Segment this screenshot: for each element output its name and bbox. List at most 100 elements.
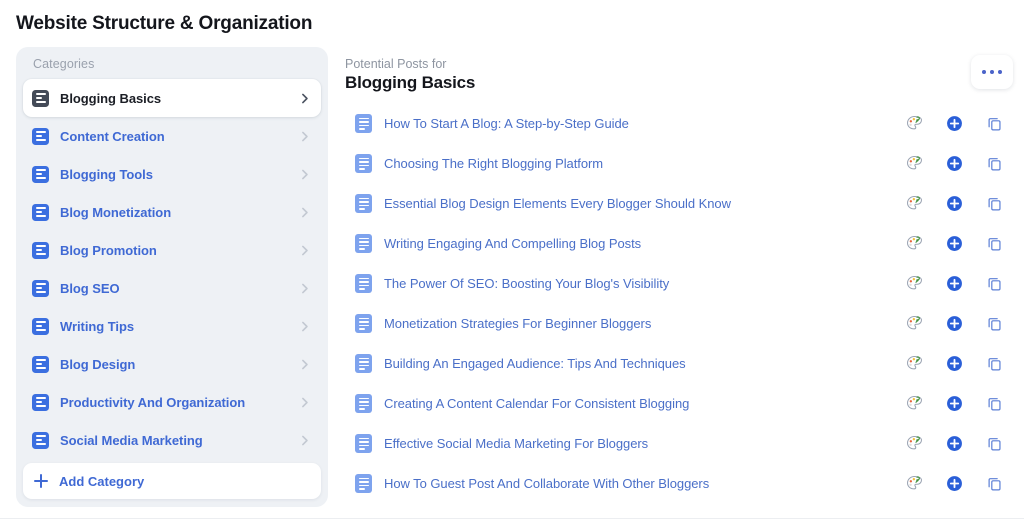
post-row[interactable]: Effective Social Media Marketing For Blo… — [345, 423, 1016, 463]
generate-image-button[interactable] — [894, 108, 934, 138]
duplicate-post-icon — [988, 157, 1001, 170]
post-title[interactable]: Building An Engaged Audience: Tips And T… — [384, 356, 686, 371]
generate-image-icon — [906, 315, 922, 329]
add-post-button[interactable] — [934, 428, 974, 458]
post-row-actions — [894, 468, 1014, 498]
categories-heading: Categories — [33, 57, 95, 71]
dot-icon — [989, 69, 995, 75]
post-row-actions — [894, 268, 1014, 298]
post-row[interactable]: How To Start A Blog: A Step-by-Step Guid… — [345, 103, 1016, 143]
chevron-right-icon — [302, 207, 308, 217]
post-row[interactable]: Essential Blog Design Elements Every Blo… — [345, 183, 1016, 223]
duplicate-post-button[interactable] — [974, 148, 1014, 178]
duplicate-post-button[interactable] — [974, 308, 1014, 338]
document-icon — [355, 273, 372, 293]
generate-image-button[interactable] — [894, 188, 934, 218]
duplicate-post-button[interactable] — [974, 348, 1014, 378]
plus-icon — [34, 474, 48, 488]
duplicate-post-button[interactable] — [974, 108, 1014, 138]
add-post-icon — [946, 155, 962, 171]
sidebar-item-blog-seo[interactable]: Blog SEO — [23, 269, 321, 307]
duplicate-post-button[interactable] — [974, 428, 1014, 458]
add-post-button[interactable] — [934, 108, 974, 138]
generate-image-button[interactable] — [894, 428, 934, 458]
sidebar-item-blog-promotion[interactable]: Blog Promotion — [23, 231, 321, 269]
categories-panel: Categories Blogging Basics Content Creati… — [16, 47, 328, 507]
add-post-icon — [946, 115, 962, 131]
footer-divider — [0, 518, 1024, 519]
sidebar-item-content-creation[interactable]: Content Creation — [23, 117, 321, 155]
duplicate-post-button[interactable] — [974, 268, 1014, 298]
sidebar-item-productivity-and-organization[interactable]: Productivity And Organization — [23, 383, 321, 421]
add-post-button[interactable] — [934, 148, 974, 178]
generate-image-icon — [906, 115, 922, 129]
generate-image-icon — [906, 275, 922, 289]
category-icon — [32, 89, 49, 107]
duplicate-post-icon — [988, 437, 1001, 450]
add-post-icon — [946, 235, 962, 251]
post-row[interactable]: Choosing The Right Blogging Platform — [345, 143, 1016, 183]
category-icon — [32, 279, 49, 297]
post-row[interactable]: Creating A Content Calendar For Consiste… — [345, 383, 1016, 423]
post-row[interactable]: Monetization Strategies For Beginner Blo… — [345, 303, 1016, 343]
chevron-right-icon — [302, 283, 308, 293]
generate-image-button[interactable] — [894, 468, 934, 498]
generate-image-icon — [906, 355, 922, 369]
generate-image-button[interactable] — [894, 228, 934, 258]
post-title[interactable]: Writing Engaging And Compelling Blog Pos… — [384, 236, 641, 251]
add-post-button[interactable] — [934, 348, 974, 378]
post-title[interactable]: Creating A Content Calendar For Consiste… — [384, 396, 689, 411]
app-root: Website Structure & Organization Categor… — [0, 0, 1024, 527]
add-post-button[interactable] — [934, 268, 974, 298]
sidebar-item-social-media-marketing[interactable]: Social Media Marketing — [23, 421, 321, 459]
post-row[interactable]: Writing Engaging And Compelling Blog Pos… — [345, 223, 1016, 263]
sidebar-item-blogging-basics[interactable]: Blogging Basics — [23, 79, 321, 117]
post-title[interactable]: Monetization Strategies For Beginner Blo… — [384, 316, 651, 331]
generate-image-button[interactable] — [894, 268, 934, 298]
sidebar-item-label: Content Creation — [60, 128, 165, 144]
category-icon — [32, 203, 49, 221]
post-row[interactable]: How To Guest Post And Collaborate With O… — [345, 463, 1016, 503]
add-category-button[interactable]: Add Category — [23, 463, 321, 499]
category-icon — [32, 355, 49, 373]
duplicate-post-button[interactable] — [974, 188, 1014, 218]
sidebar-item-writing-tips[interactable]: Writing Tips — [23, 307, 321, 345]
document-icon — [355, 233, 372, 253]
generate-image-button[interactable] — [894, 348, 934, 378]
add-post-button[interactable] — [934, 228, 974, 258]
generate-image-button[interactable] — [894, 388, 934, 418]
post-title[interactable]: Choosing The Right Blogging Platform — [384, 156, 603, 171]
duplicate-post-button[interactable] — [974, 468, 1014, 498]
post-title[interactable]: Essential Blog Design Elements Every Blo… — [384, 196, 731, 211]
add-post-button[interactable] — [934, 308, 974, 338]
sidebar-item-label: Blogging Tools — [60, 166, 153, 182]
more-options-button[interactable] — [971, 55, 1013, 89]
post-row-actions — [894, 388, 1014, 418]
post-title[interactable]: Effective Social Media Marketing For Blo… — [384, 436, 648, 451]
category-icon — [32, 317, 49, 335]
post-row-actions — [894, 428, 1014, 458]
add-post-button[interactable] — [934, 388, 974, 418]
generate-image-icon — [906, 435, 922, 449]
generate-image-button[interactable] — [894, 148, 934, 178]
add-post-button[interactable] — [934, 188, 974, 218]
post-title[interactable]: How To Guest Post And Collaborate With O… — [384, 476, 709, 491]
post-row[interactable]: Building An Engaged Audience: Tips And T… — [345, 343, 1016, 383]
category-icon — [32, 431, 49, 449]
generate-image-icon — [906, 475, 922, 489]
duplicate-post-button[interactable] — [974, 388, 1014, 418]
post-title[interactable]: The Power Of SEO: Boosting Your Blog's V… — [384, 276, 669, 291]
document-icon — [355, 313, 372, 333]
sidebar-item-blogging-tools[interactable]: Blogging Tools — [23, 155, 321, 193]
post-title[interactable]: How To Start A Blog: A Step-by-Step Guid… — [384, 116, 629, 131]
duplicate-post-button[interactable] — [974, 228, 1014, 258]
chevron-right-icon — [302, 245, 308, 255]
post-row[interactable]: The Power Of SEO: Boosting Your Blog's V… — [345, 263, 1016, 303]
generate-image-icon — [906, 155, 922, 169]
sidebar-item-label: Social Media Marketing — [60, 432, 203, 448]
sidebar-item-blog-monetization[interactable]: Blog Monetization — [23, 193, 321, 231]
add-post-button[interactable] — [934, 468, 974, 498]
sidebar-item-blog-design[interactable]: Blog Design — [23, 345, 321, 383]
generate-image-button[interactable] — [894, 308, 934, 338]
sidebar-item-label: Blog SEO — [60, 280, 120, 296]
